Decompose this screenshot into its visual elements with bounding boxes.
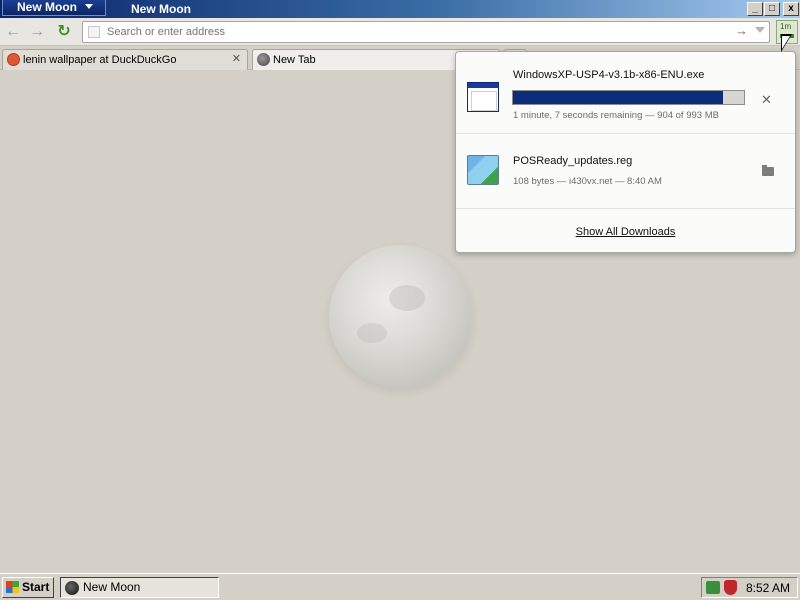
minimize-button[interactable]: _	[747, 2, 763, 16]
folder-icon[interactable]	[762, 165, 774, 176]
show-all-downloads-button[interactable]: Show All Downloads	[456, 212, 795, 252]
app-menu-label: New Moon	[17, 0, 77, 14]
dropdown-arrow-icon[interactable]	[755, 27, 765, 33]
tab-label: New Tab	[273, 54, 316, 66]
taskbar: Start New Moon 8:52 AM	[0, 573, 800, 600]
window-title: New Moon	[131, 2, 191, 16]
close-tab-icon[interactable]: ✕	[232, 52, 241, 65]
start-label: Start	[22, 580, 50, 594]
title-bar: New Moon New Moon _ □ x	[0, 0, 800, 18]
download-item[interactable]	[456, 134, 795, 209]
download-item[interactable]: WindowsXP-USP4-v3.1b-x86-ENU.exe 1 minut…	[456, 56, 795, 134]
windows-logo-icon	[6, 581, 19, 593]
registry-file-icon	[467, 155, 499, 185]
download-filename: WindowsXP-USP4-v3.1b-x86-ENU.exe	[513, 69, 705, 81]
globe-icon	[257, 53, 270, 66]
tab-duckduckgo[interactable]: lenin wallpaper at DuckDuckGo ✕	[2, 49, 248, 70]
exe-file-icon	[467, 82, 499, 112]
new-moon-app-icon	[65, 581, 79, 595]
app-menu-button[interactable]: New Moon	[2, 0, 106, 16]
address-input[interactable]	[107, 24, 707, 40]
moon-logo	[329, 245, 472, 388]
cancel-download-button[interactable]: ✕	[761, 92, 772, 108]
clock[interactable]: 8:52 AM	[746, 581, 790, 595]
taskbar-item-label: New Moon	[83, 580, 141, 594]
tab-label: lenin wallpaper at DuckDuckGo	[23, 54, 177, 66]
forward-button[interactable]: →	[27, 23, 47, 41]
download-filename: POSReady_updates.reg	[513, 155, 633, 167]
security-shield-icon[interactable]	[724, 580, 737, 595]
mouse-cursor-icon	[781, 34, 792, 52]
downloads-time-remaining: 1m	[780, 22, 792, 31]
download-progress-bar	[512, 90, 745, 105]
go-arrow-icon[interactable]: →	[735, 23, 748, 38]
address-bar[interactable]: →	[82, 21, 770, 43]
navigation-toolbar: ← → ↻ → 1m	[0, 18, 800, 46]
system-tray: 8:52 AM	[701, 577, 798, 598]
download-status: 1 minute, 7 seconds remaining — 904 of 9…	[513, 110, 719, 121]
chevron-down-icon	[85, 4, 93, 9]
download-status: 108 bytes — i430vx.net — 8:40 AM	[513, 176, 662, 187]
start-button[interactable]: Start	[2, 577, 54, 598]
duckduckgo-favicon	[7, 53, 20, 66]
page-icon	[88, 26, 100, 38]
maximize-button[interactable]: □	[764, 2, 780, 16]
taskbar-item-new-moon[interactable]: New Moon	[60, 577, 219, 598]
reload-button[interactable]: ↻	[54, 23, 74, 41]
back-button[interactable]: ←	[3, 23, 23, 41]
downloads-panel: WindowsXP-USP4-v3.1b-x86-ENU.exe 1 minut…	[455, 51, 796, 253]
network-icon[interactable]	[706, 581, 720, 594]
close-window-button[interactable]: x	[783, 2, 799, 16]
download-progress-fill	[513, 91, 724, 104]
